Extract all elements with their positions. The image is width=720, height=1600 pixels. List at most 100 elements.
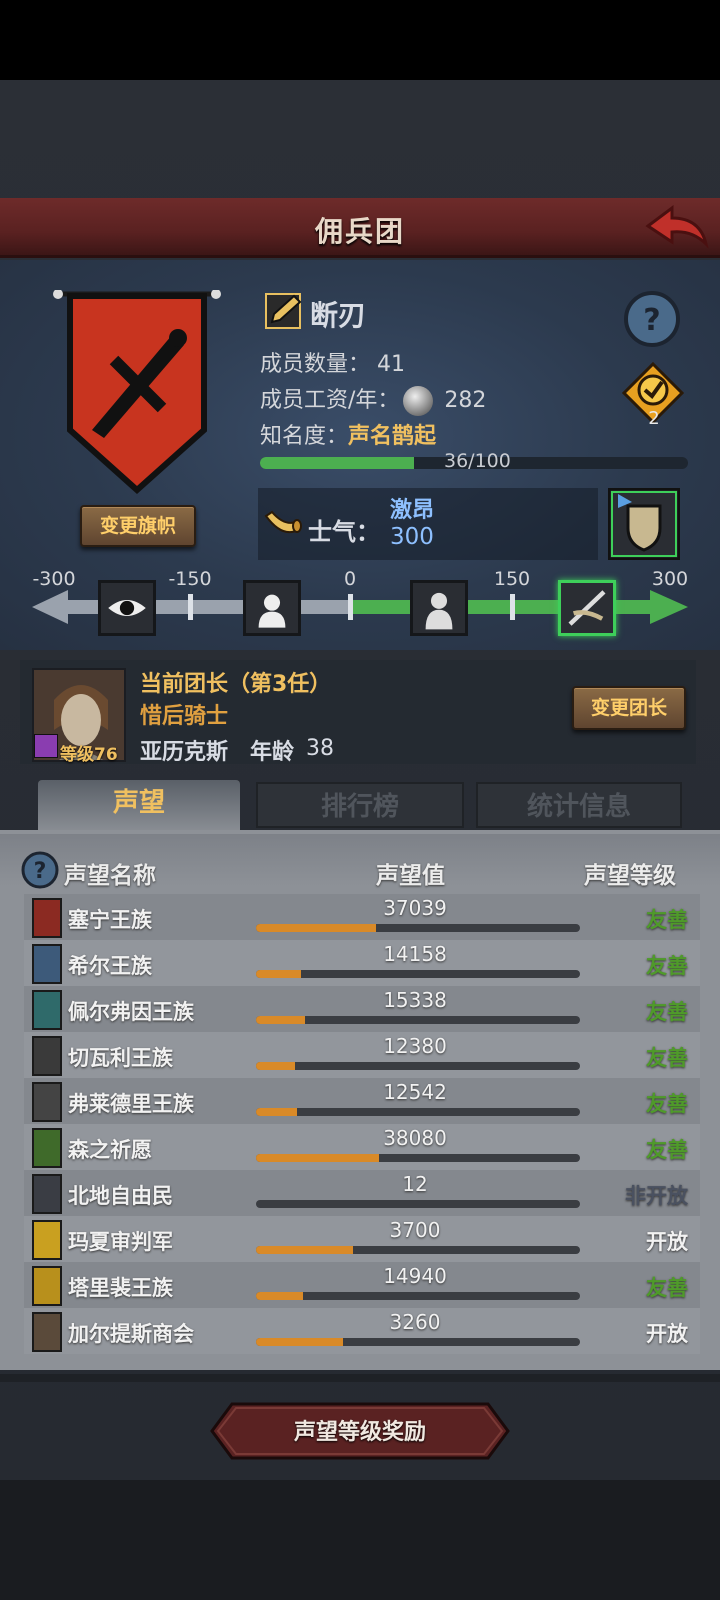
table-row[interactable]: 玛夏审判军 3700 开放: [24, 1216, 700, 1262]
reputation-progress-bar: [256, 1246, 580, 1254]
faction-crest-icon: [32, 898, 62, 938]
reputation-progress-fill: [256, 1062, 295, 1070]
help-icon[interactable]: ?: [20, 850, 60, 890]
change-flag-button[interactable]: 变更旗帜: [80, 505, 196, 547]
reputation-level: 友善: [646, 1092, 688, 1116]
members-value: 41: [377, 352, 406, 377]
reputation-progress-bar: [256, 1062, 580, 1070]
table-row[interactable]: 佩尔弗因王族 15338 友善: [24, 986, 700, 1032]
reputation-progress-fill: [256, 1154, 380, 1162]
faction-name: 森之祈愿: [68, 1138, 152, 1162]
faction-name: 塞宁王族: [68, 908, 152, 932]
help-icon[interactable]: ?: [623, 290, 681, 348]
table-row[interactable]: 加尔提斯商会 3260 开放: [24, 1308, 700, 1354]
svg-text:?: ?: [643, 303, 660, 338]
faction-crest-icon: [32, 1220, 62, 1260]
table-row[interactable]: 塔里裴王族 14940 友善: [24, 1262, 700, 1308]
reputation-value: 12542: [383, 1080, 447, 1104]
reputation-progress-fill: [256, 1108, 297, 1116]
table-row[interactable]: 切瓦利王族 12380 友善: [24, 1032, 700, 1078]
column-header-level: 声望等级: [584, 863, 676, 889]
table-row[interactable]: 森之祈愿 38080 友善: [24, 1124, 700, 1170]
morale-shield-icon[interactable]: [608, 488, 680, 560]
salary-label: 成员工资/年：: [260, 388, 400, 413]
salary-stat: 成员工资/年： 282: [260, 382, 486, 416]
morale-value: 300: [390, 524, 434, 550]
reputation-progress-bar: [256, 1016, 580, 1024]
horn-icon: [264, 510, 302, 534]
reputation-value: 14940: [383, 1264, 447, 1288]
reputation-progress-fill: [256, 924, 376, 932]
faction-name: 希尔王族: [68, 954, 152, 978]
morale-inspired-icon[interactable]: [558, 580, 616, 636]
fame-stat: 知名度：声名鹊起: [260, 418, 436, 450]
fame-title: 声名鹊起: [348, 424, 437, 449]
reputation-level: 开放: [646, 1322, 688, 1346]
faction-crest-icon: [32, 1174, 62, 1214]
faction-name: 弗莱德里王族: [68, 1092, 194, 1116]
reward-button[interactable]: 声望等级奖励: [210, 1414, 510, 1446]
scale-arrow-left: [32, 590, 68, 624]
scale-tick: [510, 594, 515, 620]
salary-value: 282: [444, 388, 487, 413]
table-row[interactable]: 北地自由民 12 非开放: [24, 1170, 700, 1216]
reputation-level: 友善: [646, 908, 688, 932]
reputation-progress-bar: [256, 970, 580, 978]
reputation-level: 非开放: [625, 1184, 688, 1208]
faction-name: 加尔提斯商会: [68, 1322, 194, 1346]
morale-fearful-icon[interactable]: [243, 580, 301, 636]
reputation-progress-bar: [256, 1338, 580, 1346]
class-staff-icon: [34, 734, 58, 758]
faction-name: 北地自由民: [68, 1184, 173, 1208]
faction-crest-icon: [32, 1312, 62, 1352]
scale-label: -150: [168, 568, 212, 590]
reputation-level: 友善: [646, 1138, 688, 1162]
reputation-progress-fill: [256, 1292, 303, 1300]
fame-progress-text: 36/100: [444, 450, 511, 472]
reputation-value: 15338: [383, 988, 447, 1012]
morale-despair-icon[interactable]: [98, 580, 156, 636]
morale-scale-negative: [50, 600, 350, 614]
fame-label: 知名度：: [260, 424, 349, 449]
leader-age: 38: [306, 736, 334, 761]
faction-crest-icon: [32, 1128, 62, 1168]
reputation-progress-fill: [256, 970, 302, 978]
svg-text:?: ?: [34, 859, 47, 884]
tab-statistics[interactable]: 统计信息: [476, 782, 682, 828]
scale-label: -300: [32, 568, 76, 590]
faction-name: 切瓦利王族: [68, 1046, 173, 1070]
back-arrow-icon[interactable]: [644, 204, 710, 252]
edit-name-icon[interactable]: [264, 290, 304, 330]
change-leader-button[interactable]: 变更团长: [572, 686, 686, 730]
reputation-progress-bar: [256, 1200, 580, 1208]
reputation-value: 3700: [389, 1218, 441, 1242]
scale-arrow-right: [650, 590, 688, 624]
reputation-level: 友善: [646, 1276, 688, 1300]
column-header-value: 声望值: [376, 863, 445, 889]
reputation-value: 38080: [383, 1126, 447, 1150]
reputation-value: 37039: [383, 896, 447, 920]
reputation-progress-bar: [256, 1154, 580, 1162]
badge-count: 2: [648, 408, 660, 429]
members-label: 成员数量：: [260, 352, 371, 377]
leader-name: 亚历克斯: [140, 740, 229, 765]
table-row[interactable]: 塞宁王族 37039 友善: [24, 894, 700, 940]
tab-reputation[interactable]: 声望: [38, 780, 240, 834]
table-row[interactable]: 希尔王族 14158 友善: [24, 940, 700, 986]
members-stat: 成员数量： 41: [260, 346, 405, 378]
reputation-progress-fill: [256, 1016, 305, 1024]
morale-calm-icon[interactable]: [410, 580, 468, 636]
morale-state: 激昂: [390, 498, 435, 523]
tab-leaderboard[interactable]: 排行榜: [256, 782, 464, 828]
scale-label: 300: [651, 568, 689, 590]
leader-role: 惜后骑士: [140, 704, 229, 729]
guild-name: 断刃: [310, 299, 367, 332]
scale-tick: [188, 594, 193, 620]
faction-name: 塔里裴王族: [68, 1276, 173, 1300]
list-divider: [0, 1374, 720, 1382]
reputation-level: 友善: [646, 1046, 688, 1070]
reputation-progress-fill: [256, 1246, 354, 1254]
table-row[interactable]: 弗莱德里王族 12542 友善: [24, 1078, 700, 1124]
faction-name: 玛夏审判军: [68, 1230, 173, 1254]
morale-label: 士气：: [308, 518, 380, 546]
